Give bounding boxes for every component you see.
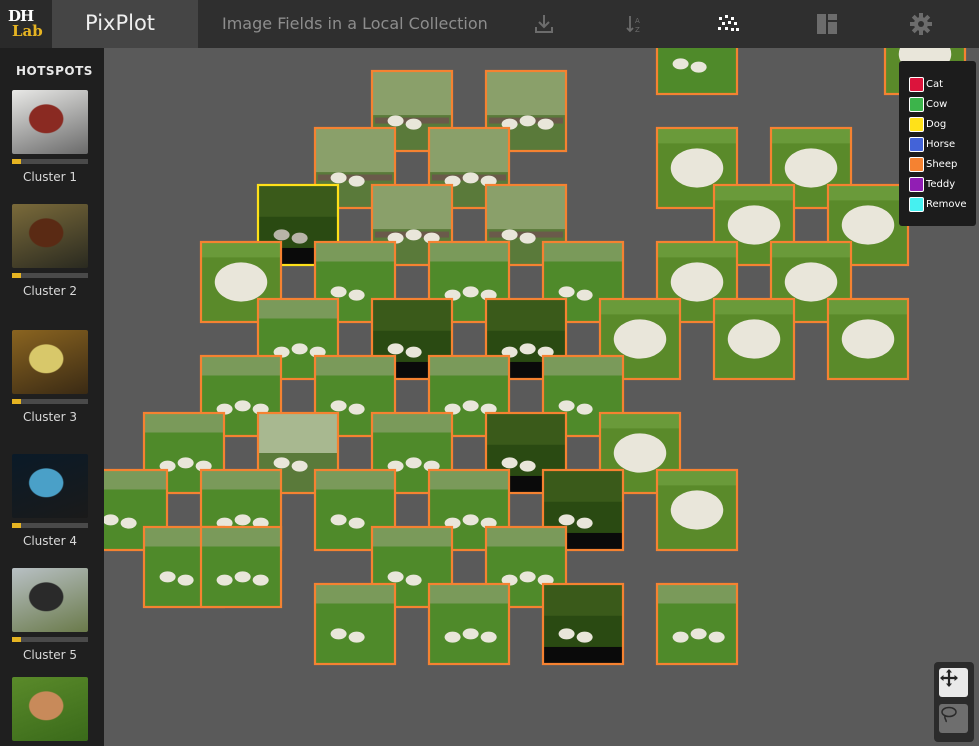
hotspot-thumbnail[interactable] <box>12 677 88 741</box>
settings-icon[interactable] <box>907 10 935 38</box>
image-tile-sheep[interactable] <box>712 297 796 381</box>
category-legend: Cat Cow Dog Horse Sheep Teddy Remove <box>899 61 976 226</box>
legend-label: Horse <box>926 138 956 150</box>
hotspot-label: Cluster 3 <box>22 410 78 424</box>
legend-label: Remove <box>926 198 967 210</box>
image-tile-sheep[interactable] <box>655 48 739 96</box>
hotspot-cluster-5[interactable]: Cluster 5 <box>12 568 88 662</box>
pan-icon <box>940 669 958 687</box>
hotspot-progress-bar <box>12 637 88 642</box>
legend-item-cow[interactable]: Cow <box>909 94 976 114</box>
image-canvas[interactable]: Cat Cow Dog Horse Sheep Teddy Remove <box>104 48 979 746</box>
pan-tool[interactable] <box>939 668 968 697</box>
image-tile-sheep[interactable] <box>826 297 910 381</box>
legend-swatch <box>909 136 924 152</box>
selection-tools <box>934 662 974 742</box>
legend-label: Cat <box>926 78 944 90</box>
pixplot-app: DH Lab PixPlot Image Fields in a Local C… <box>0 0 979 746</box>
hotspot-progress-bar <box>12 273 88 278</box>
hotspot-label: Cluster 5 <box>22 648 78 662</box>
hotspot-label: Cluster 4 <box>22 534 78 548</box>
hotspot-progress-bar <box>12 159 88 164</box>
legend-swatch <box>909 196 924 212</box>
legend-item-remove[interactable]: Remove <box>909 194 976 214</box>
legend-swatch <box>909 76 924 92</box>
hotspot-cluster-1[interactable]: Cluster 1 <box>12 90 88 184</box>
svg-text:A: A <box>635 17 640 25</box>
hotspot-thumbnail[interactable] <box>12 330 88 394</box>
legend-label: Dog <box>926 118 947 130</box>
hotspot-thumbnail[interactable] <box>12 90 88 154</box>
legend-item-cat[interactable]: Cat <box>909 74 976 94</box>
hotspot-cluster-2[interactable]: Cluster 2 <box>12 204 88 298</box>
legend-item-dog[interactable]: Dog <box>909 114 976 134</box>
hotspot-label: Cluster 1 <box>22 170 78 184</box>
image-tile-sheep[interactable] <box>199 525 283 609</box>
scatter-layout-icon[interactable] <box>714 10 742 38</box>
legend-item-sheep[interactable]: Sheep <box>909 154 976 174</box>
collection-title: Image Fields in a Local Collection <box>222 14 488 33</box>
hotspot-progress-bar <box>12 399 88 404</box>
logo-text-lab: Lab <box>12 22 43 40</box>
hotspot-cluster-3[interactable]: Cluster 3 <box>12 330 88 424</box>
hotspots-title: HOTSPOTS <box>16 64 93 78</box>
lasso-icon <box>941 706 957 723</box>
hotspot-progress-bar <box>12 523 88 528</box>
legend-swatch <box>909 96 924 112</box>
sort-icon[interactable]: A Z <box>620 10 648 38</box>
image-tile-sheep[interactable] <box>655 468 739 552</box>
legend-swatch <box>909 176 924 192</box>
legend-swatch <box>909 156 924 172</box>
dh-lab-logo[interactable]: DH Lab <box>0 0 52 48</box>
legend-label: Sheep <box>926 158 958 170</box>
hotspot-thumbnail[interactable] <box>12 204 88 268</box>
svg-text:Z: Z <box>635 26 640 34</box>
app-title: PixPlot <box>85 11 156 35</box>
image-tiles-layer[interactable] <box>104 48 979 746</box>
hotspot-label: Cluster 2 <box>22 284 78 298</box>
legend-label: Teddy <box>926 178 956 190</box>
app-title-box: PixPlot <box>52 0 198 48</box>
hotspot-cluster-6[interactable]: Cluster 6 <box>12 677 88 746</box>
image-tile-sheep[interactable] <box>313 582 397 666</box>
legend-item-horse[interactable]: Horse <box>909 134 976 154</box>
hotspots-sidebar: HOTSPOTS Cluster 1 Cluster 2 Cluster 3 Clus… <box>0 48 104 746</box>
image-tile-sheep[interactable] <box>655 582 739 666</box>
legend-item-teddy[interactable]: Teddy <box>909 174 976 194</box>
hotspot-thumbnail[interactable] <box>12 454 88 518</box>
download-icon[interactable] <box>530 10 558 38</box>
top-navbar: DH Lab PixPlot Image Fields in a Local C… <box>0 0 979 48</box>
legend-label: Cow <box>926 98 948 110</box>
lasso-tool[interactable] <box>939 704 968 733</box>
image-tile-sheep[interactable] <box>541 582 625 666</box>
hotspot-cluster-4[interactable]: Cluster 4 <box>12 454 88 548</box>
legend-swatch <box>909 116 924 132</box>
hotspot-thumbnail[interactable] <box>12 568 88 632</box>
image-tile-sheep[interactable] <box>427 582 511 666</box>
grid-layout-icon[interactable] <box>813 10 841 38</box>
